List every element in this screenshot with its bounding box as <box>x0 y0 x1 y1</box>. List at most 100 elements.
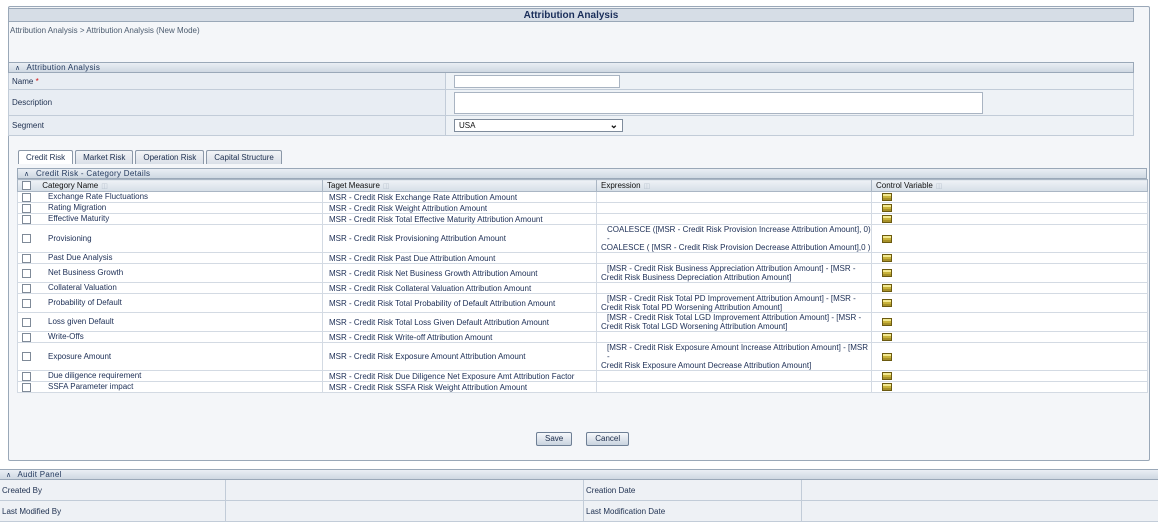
form-section-title: Attribution Analysis <box>26 63 101 72</box>
control-variable-icon[interactable] <box>882 193 892 202</box>
target-measure-text: MSR - Credit Risk Weight Attribution Amo… <box>329 203 488 213</box>
row-checkbox[interactable] <box>22 203 31 213</box>
target-measure-cell: MSR - Credit Risk Exchange Rate Attribut… <box>322 191 597 203</box>
audit-section-header[interactable]: ∧ Audit Panel <box>0 469 1158 480</box>
cancel-button[interactable]: Cancel <box>586 432 630 446</box>
row-checkbox[interactable] <box>22 382 31 392</box>
row-checkbox[interactable] <box>22 298 31 308</box>
target-measure-cell: MSR - Credit Risk Weight Attribution Amo… <box>322 202 597 214</box>
table-row[interactable]: Exposure Amount MSR - Credit Risk Exposur… <box>17 342 1148 371</box>
category-name: Exposure Amount <box>48 351 112 361</box>
last-modification-date-label: Last Modification Date <box>584 501 802 521</box>
tab-capital-structure[interactable]: Capital Structure <box>206 150 282 164</box>
table-row[interactable]: Loss given Default MSR - Credit Risk Tota… <box>17 312 1148 332</box>
control-variable-cell <box>871 331 1148 343</box>
row-checkbox[interactable] <box>22 214 31 224</box>
description-label: Description <box>12 98 53 107</box>
category-name: SSFA Parameter impact <box>48 382 134 392</box>
table-row[interactable]: Rating Migration MSR - Credit Risk Weight… <box>17 202 1148 214</box>
target-measure-text: MSR - Credit Risk Due Diligence Net Expo… <box>329 371 575 381</box>
table-row[interactable]: Effective Maturity MSR - Credit Risk Tota… <box>17 213 1148 225</box>
segment-select[interactable]: USA ⌄ <box>454 119 623 132</box>
collapse-caret-icon[interactable]: ∧ <box>24 171 29 178</box>
row-checkbox[interactable] <box>22 371 31 381</box>
target-measure-text: MSR - Credit Risk Total Probability of D… <box>329 298 556 308</box>
control-variable-icon[interactable] <box>882 383 892 392</box>
description-input[interactable] <box>454 91 983 114</box>
column-header-control-variable[interactable]: Control Variable ◫ <box>871 179 1148 192</box>
expression-cell <box>596 213 872 225</box>
control-variable-icon[interactable] <box>882 284 892 293</box>
target-measure-text: MSR - Credit Risk Net Business Growth At… <box>329 268 538 278</box>
control-variable-icon[interactable] <box>882 254 892 263</box>
row-checkbox[interactable] <box>22 253 31 263</box>
control-variable-icon[interactable] <box>882 333 892 342</box>
form-section-header[interactable]: ∧ Attribution Analysis <box>8 62 1134 73</box>
sort-icon[interactable]: ◫ <box>936 183 943 190</box>
target-measure-cell: MSR - Credit Risk Exposure Amount Attrib… <box>322 342 597 371</box>
created-by-label: Created By <box>0 480 226 500</box>
control-variable-icon[interactable] <box>882 234 892 243</box>
target-measure-text: MSR - Credit Risk Provisioning Attributi… <box>329 234 506 243</box>
collapse-caret-icon[interactable]: ∧ <box>6 472 11 479</box>
name-input[interactable] <box>454 74 620 88</box>
save-button[interactable]: Save <box>536 432 573 446</box>
creation-date-value <box>802 480 1158 500</box>
table-row[interactable]: Write-Offs MSR - Credit Risk Write-off At… <box>17 331 1148 343</box>
target-measure-text: MSR - Credit Risk Collateral Valuation A… <box>329 283 532 293</box>
control-variable-icon[interactable] <box>882 299 892 308</box>
target-measure-cell: MSR - Credit Risk Net Business Growth At… <box>322 263 597 283</box>
category-name: Due diligence requirement <box>48 371 142 381</box>
category-section-header[interactable]: ∧ Credit Risk - Category Details <box>17 168 1147 179</box>
expression-cell <box>596 252 872 264</box>
control-variable-icon[interactable] <box>882 204 892 213</box>
column-header-expression[interactable]: Expression ◫ <box>596 179 872 192</box>
tab-credit-risk[interactable]: Credit Risk <box>18 150 74 164</box>
category-name: Collateral Valuation <box>48 283 117 293</box>
category-name: Past Due Analysis <box>48 253 113 263</box>
table-row[interactable]: Net Business Growth MSR - Credit Risk Net… <box>17 263 1148 283</box>
sort-icon[interactable]: ◫ <box>383 183 390 190</box>
category-cell: SSFA Parameter impact <box>17 381 323 393</box>
expression-cell: [MSR - Credit Risk Exposure Amount Incre… <box>596 342 872 371</box>
column-header-target-measure[interactable]: Taget Measure ◫ <box>322 179 597 192</box>
control-variable-icon[interactable] <box>882 215 892 224</box>
row-checkbox[interactable] <box>22 332 31 342</box>
table-row[interactable]: Due diligence requirement MSR - Credit Ri… <box>17 370 1148 382</box>
expression-line-1: [MSR - Credit Risk Total PD Improvement … <box>607 294 856 303</box>
tab-operation-risk[interactable]: Operation Risk <box>135 150 205 164</box>
target-measure-cell: MSR - Credit Risk Total Loss Given Defau… <box>322 312 597 332</box>
row-checkbox[interactable] <box>22 352 31 362</box>
name-label: Name * <box>9 73 445 89</box>
control-variable-icon[interactable] <box>882 269 892 278</box>
column-header-category[interactable]: Category Name ◫ <box>17 179 323 192</box>
expression-cell <box>596 191 872 203</box>
control-variable-cell <box>871 224 1148 253</box>
select-all-checkbox[interactable] <box>22 181 31 191</box>
control-variable-icon[interactable] <box>882 352 892 361</box>
row-checkbox[interactable] <box>22 234 31 244</box>
table-row[interactable]: Provisioning MSR - Credit Risk Provisioni… <box>17 224 1148 253</box>
category-name: Probability of Default <box>48 298 122 308</box>
row-checkbox[interactable] <box>22 317 31 327</box>
control-variable-icon[interactable] <box>882 318 892 327</box>
table-row[interactable]: Probability of Default MSR - Credit Risk … <box>17 293 1148 313</box>
row-checkbox[interactable] <box>22 268 31 278</box>
row-checkbox[interactable] <box>22 283 31 293</box>
target-measure-text: MSR - Credit Risk Write-off Attribution … <box>329 332 493 342</box>
target-measure-cell: MSR - Credit Risk SSFA Risk Weight Attri… <box>322 381 597 393</box>
audit-row-created: Created By Creation Date <box>0 480 1158 501</box>
sort-icon[interactable]: ◫ <box>101 183 108 190</box>
table-row[interactable]: Past Due Analysis MSR - Credit Risk Past … <box>17 252 1148 264</box>
table-row[interactable]: Collateral Valuation MSR - Credit Risk Co… <box>17 282 1148 294</box>
control-variable-cell <box>871 293 1148 313</box>
table-row[interactable]: Exchange Rate Fluctuations MSR - Credit R… <box>17 191 1148 203</box>
expression-line-1: [MSR - Credit Risk Business Appreciation… <box>607 264 856 273</box>
collapse-caret-icon[interactable]: ∧ <box>15 65 20 72</box>
sort-icon[interactable]: ◫ <box>644 183 651 190</box>
audit-row-modified: Last Modified By Last Modification Date <box>0 501 1158 522</box>
row-checkbox[interactable] <box>22 192 31 202</box>
control-variable-icon[interactable] <box>882 372 892 381</box>
table-row[interactable]: SSFA Parameter impact MSR - Credit Risk S… <box>17 381 1148 393</box>
tab-market-risk[interactable]: Market Risk <box>75 150 134 164</box>
